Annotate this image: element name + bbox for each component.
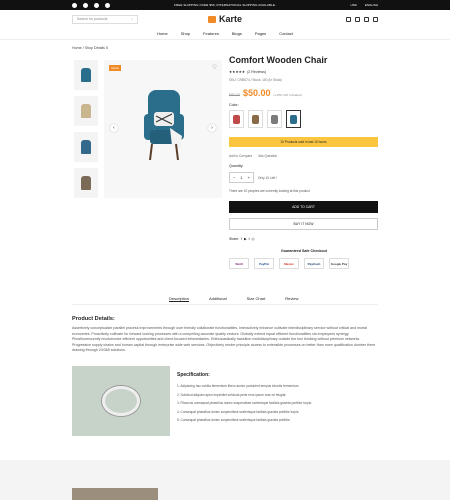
main-nav: Home Shop Features Blogs Pages Contact — [0, 28, 450, 40]
spec-list: 1. Adipiscing hac cubilia fermentum libe… — [177, 382, 312, 425]
paypal-icon: PayPal — [254, 258, 274, 269]
quantity-label: Quantity: — [229, 164, 244, 168]
quantity-value[interactable]: 1 — [240, 175, 242, 180]
details-title: Product Details: — [72, 316, 115, 322]
nav-home[interactable]: Home — [157, 31, 168, 36]
sold-banner: 10 Products sold in last 10 hours — [229, 137, 378, 147]
wishlist-heart-icon[interactable]: ♡ — [212, 64, 217, 71]
skrill-icon: Skrill — [229, 258, 249, 269]
sku-stock: SKU: CRBS74 / Stock: 100 (In Stock) — [229, 78, 282, 82]
vat-note: (+15% VAT Included) — [273, 93, 302, 97]
spec-item: 3. Rhoncus consequat phasellus donec sus… — [177, 401, 313, 406]
spec-item: 5. Consequat phasellus donec suspendisse… — [177, 418, 291, 423]
compare-row: Add to Compare Ask Question — [229, 154, 277, 158]
twitter-share-icon[interactable]: t — [249, 237, 250, 241]
swatch-brown[interactable] — [248, 110, 263, 128]
brand-name: Karte — [218, 14, 243, 24]
armchair-image — [144, 90, 184, 161]
prev-image-arrow-icon[interactable]: ‹ — [110, 124, 118, 132]
watching-note: There are 10 peoples are currently looki… — [229, 189, 310, 193]
price-row: $90.00 $50.00 (+15% VAT Included) — [229, 88, 302, 98]
chair-thumb-icon — [81, 68, 91, 82]
nav-pages[interactable]: Pages — [255, 31, 266, 36]
instagram-share-icon[interactable]: ◎ — [252, 237, 255, 241]
next-image-arrow-icon[interactable]: › — [208, 124, 216, 132]
nav-contact[interactable]: Contact — [279, 31, 293, 36]
promo-text: FREE SHIPPING OVER $50, INTERNATIONAL SH… — [174, 3, 276, 7]
thumbnail-3[interactable] — [74, 132, 98, 162]
add-to-cart-button[interactable]: ADD TO CART — [229, 201, 378, 213]
account-icon[interactable] — [346, 16, 351, 22]
nav-blogs[interactable]: Blogs — [232, 31, 242, 36]
share-row: Share: f ▶ t ◎ — [229, 237, 254, 241]
tab-review[interactable]: Review — [285, 296, 298, 302]
spec-item: 4. Consequat phasellus donec suspendisse… — [177, 409, 300, 414]
spec-item: 2. Solicitud aliquam aptor imperdiet veh… — [177, 392, 287, 397]
top-bar: FREE SHIPPING OVER $50, INTERNATIONAL SH… — [0, 0, 450, 10]
breadcrumb[interactable]: Home / Shop Details 5 — [72, 46, 108, 50]
swatch-blue[interactable] — [286, 110, 301, 128]
details-text: Assertively conceptualize parallel proce… — [72, 326, 376, 353]
cart-logo-icon — [207, 15, 216, 23]
thumbnail-1[interactable] — [74, 60, 98, 90]
related-image — [72, 488, 158, 500]
color-label: Color: — [229, 103, 239, 107]
tab-size-chart[interactable]: Size Chart — [247, 296, 266, 302]
sale-price: $50.00 — [243, 88, 271, 98]
payment-methods: Skrill PayPal Master PayCash Google Pay — [229, 258, 349, 269]
ask-question-link[interactable]: Ask Question — [258, 154, 277, 158]
youtube-share-icon[interactable]: ▶ — [244, 237, 247, 241]
search-placeholder: Search for products — [77, 17, 108, 21]
wishlist-icon[interactable] — [355, 16, 360, 22]
thumbnail-4[interactable] — [74, 168, 98, 198]
site-header: Search for products ⌕ Karte — [0, 10, 450, 28]
facebook-share-icon[interactable]: f — [241, 237, 242, 241]
swatch-grey[interactable] — [267, 110, 282, 128]
sale-badge: SALE — [109, 65, 121, 71]
buy-now-button[interactable]: BUY IT NOW — [229, 218, 378, 230]
thumbnail-list — [74, 60, 98, 204]
menu-icon[interactable] — [373, 16, 378, 22]
product-tabs: Description Additional Size Chart Review — [169, 296, 298, 302]
color-swatches — [229, 110, 301, 128]
swatch-red[interactable] — [229, 110, 244, 128]
search-icon[interactable]: ⌕ — [131, 17, 133, 21]
related-section — [0, 460, 450, 500]
plus-icon[interactable]: + — [248, 175, 250, 180]
stock-note: Only 10 Left ! — [258, 176, 277, 180]
nav-features[interactable]: Features — [203, 31, 219, 36]
spec-title: Specification: — [177, 372, 210, 378]
tab-description[interactable]: Description — [169, 296, 190, 302]
main-product-image: SALE ♡ ‹ › — [104, 60, 222, 198]
chair-thumb-icon — [81, 140, 91, 154]
add-compare-link[interactable]: Add to Compare — [229, 154, 252, 158]
review-count[interactable]: (2 Reviews) — [247, 70, 266, 74]
old-price: $90.00 — [229, 93, 240, 97]
quantity-stepper[interactable]: − 1 + — [229, 172, 254, 183]
product-title: Comfort Wooden Chair — [229, 55, 328, 65]
googlepay-icon: Google Pay — [329, 258, 349, 269]
thumbnail-2[interactable] — [74, 96, 98, 126]
ring-image — [72, 366, 170, 436]
tab-divider — [72, 304, 378, 305]
spec-item: 1. Adipiscing hac cubilia fermentum libe… — [177, 384, 300, 388]
brand-logo[interactable]: Karte — [207, 14, 243, 24]
chair-thumb-icon — [81, 176, 91, 190]
ring-shape — [102, 386, 140, 416]
share-label: Share: — [229, 237, 239, 241]
cart-icon[interactable] — [364, 16, 369, 22]
chair-thumb-icon — [81, 104, 91, 118]
star-rating-icon: ★★★★★ — [229, 70, 246, 74]
nav-shop[interactable]: Shop — [181, 31, 190, 36]
mastercard-icon: Master — [279, 258, 299, 269]
search-input[interactable]: Search for products ⌕ — [72, 14, 138, 24]
paycash-icon: PayCash — [304, 258, 324, 269]
tab-additional[interactable]: Additional — [209, 296, 227, 302]
minus-icon[interactable]: − — [233, 175, 235, 180]
checkout-title: Guaranteed Safe Checkout — [281, 249, 327, 253]
rating-row: ★★★★★ (2 Reviews) — [229, 70, 266, 74]
